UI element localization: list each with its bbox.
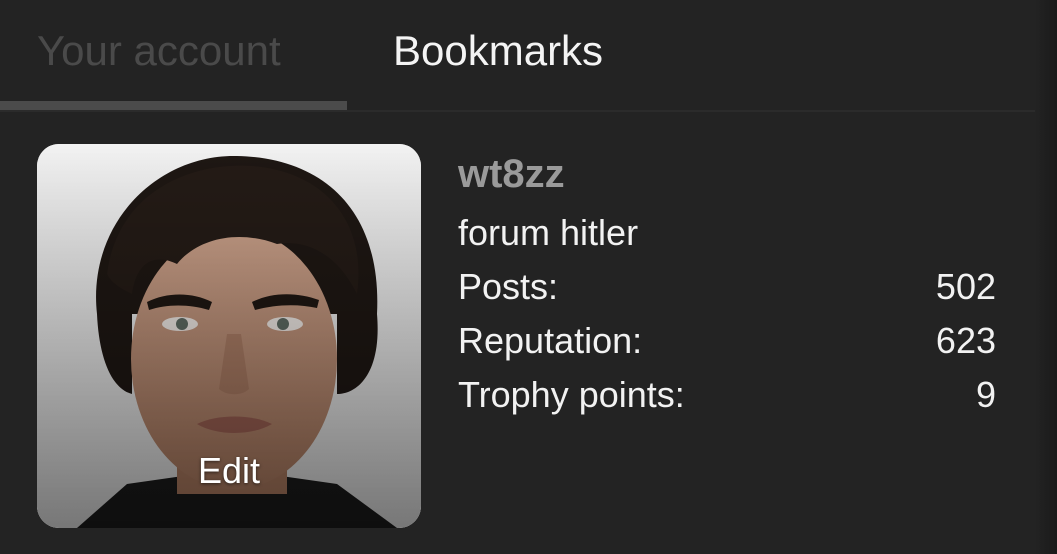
user-title: forum hitler — [458, 212, 639, 253]
stat-value: 623 — [935, 320, 996, 361]
stat-value: 502 — [935, 266, 996, 307]
stat-label: Posts: — [458, 266, 559, 307]
tab-bar: Your account Bookmarks — [0, 0, 1035, 112]
avatar[interactable]: Edit — [37, 144, 421, 528]
tab-bookmarks[interactable]: Bookmarks — [393, 26, 603, 76]
right-edge-shadow — [1035, 0, 1057, 554]
stat-row-reputation: Reputation: 623 — [458, 314, 998, 368]
username[interactable]: wt8zz — [458, 148, 998, 200]
stat-value: 9 — [975, 374, 996, 415]
stat-row-trophy-points: Trophy points: 9 — [458, 368, 998, 422]
tab-your-account[interactable]: Your account — [37, 26, 281, 76]
stat-label: Trophy points: — [458, 374, 685, 415]
account-panel: Your account Bookmarks Edit wt8zz forum … — [0, 0, 1057, 554]
stat-row-posts: Posts: 502 — [458, 260, 998, 314]
active-tab-indicator — [0, 101, 347, 110]
avatar-edit-button[interactable]: Edit — [37, 450, 421, 492]
profile-info: wt8zz forum hitler Posts: 502 Reputation… — [458, 148, 998, 422]
stat-label: Reputation: — [458, 320, 643, 361]
